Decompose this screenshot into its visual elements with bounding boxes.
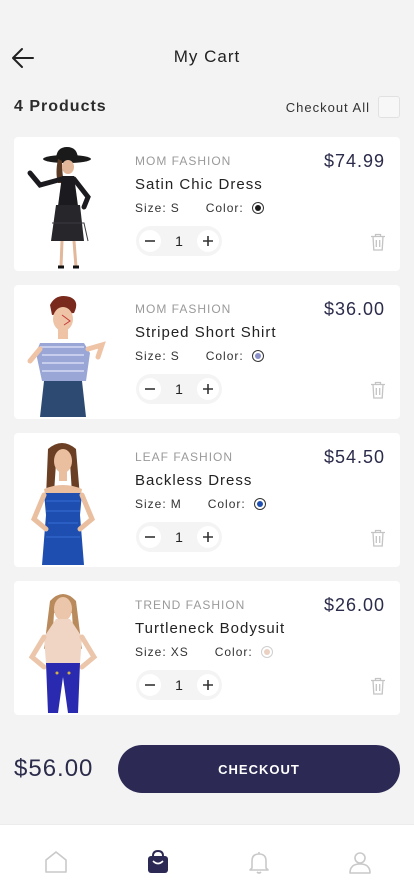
product-brand: MOM FASHION: [135, 154, 232, 168]
product-brand: TREND FASHION: [135, 598, 246, 612]
delete-button[interactable]: [370, 529, 386, 547]
product-image: [18, 291, 108, 417]
quantity-value: 1: [175, 233, 183, 249]
color-label: Color:: [205, 349, 244, 363]
color-swatch: [253, 498, 266, 510]
minus-icon: [145, 684, 155, 686]
quantity-value: 1: [175, 381, 183, 397]
product-image: [18, 587, 108, 713]
plus-icon: [202, 236, 213, 246]
color-swatch: [260, 646, 273, 658]
product-name[interactable]: Backless Dress: [135, 472, 252, 489]
increment-button[interactable]: [196, 230, 219, 252]
cart-summary-row: 4 Products Checkout All: [14, 96, 400, 120]
product-price: $74.99: [323, 151, 385, 171]
tab-home[interactable]: [41, 847, 71, 877]
size-value: S: [170, 349, 180, 363]
color-label: Color:: [205, 201, 244, 215]
decrement-button[interactable]: [139, 674, 161, 696]
decrement-button[interactable]: [139, 526, 161, 548]
quantity-stepper: 1: [136, 670, 222, 700]
checkout-bar: $56.00 CHECKOUT: [14, 745, 400, 793]
delete-button[interactable]: [370, 233, 386, 251]
quantity-stepper: 1: [136, 374, 222, 404]
increment-button[interactable]: [196, 526, 219, 548]
size-value: S: [170, 201, 180, 215]
delete-button[interactable]: [370, 677, 386, 695]
tab-notifications[interactable]: [244, 847, 274, 877]
minus-icon: [145, 536, 155, 538]
product-name[interactable]: Striped Short Shirt: [135, 324, 277, 341]
bell-icon: [249, 852, 269, 874]
decrement-button[interactable]: [139, 378, 161, 400]
product-brand: LEAF FASHION: [135, 450, 234, 464]
color-label: Color:: [207, 497, 246, 511]
product-image: [18, 143, 108, 269]
product-options: Size: XS Color:: [135, 645, 273, 659]
minus-icon: [145, 388, 155, 390]
cart-item[interactable]: TREND FASHION Turtleneck Bodysuit $26.00…: [14, 581, 400, 715]
size-label: Size:: [135, 645, 167, 659]
cart-item[interactable]: MOM FASHION Satin Chic Dress $74.99 Size…: [14, 137, 400, 271]
size-value: XS: [170, 645, 189, 659]
color-label: Color:: [214, 645, 253, 659]
increment-button[interactable]: [196, 674, 219, 696]
color-swatch: [251, 350, 264, 362]
checkout-all-toggle[interactable]: Checkout All: [286, 96, 400, 118]
tab-profile[interactable]: [345, 847, 375, 877]
plus-icon: [202, 680, 213, 690]
product-price: $26.00: [323, 595, 385, 615]
product-options: Size: S Color:: [135, 201, 264, 215]
quantity-value: 1: [175, 677, 183, 693]
checkout-all-checkbox[interactable]: [378, 96, 400, 118]
minus-icon: [145, 240, 155, 242]
delete-button[interactable]: [370, 381, 386, 399]
size-label: Size:: [135, 201, 167, 215]
checkout-button[interactable]: CHECKOUT: [118, 745, 400, 793]
cart-total: $56.00: [14, 755, 94, 782]
plus-icon: [202, 384, 213, 394]
plus-icon: [202, 532, 213, 542]
product-price: $36.00: [323, 299, 385, 319]
tab-cart[interactable]: [143, 847, 173, 877]
trash-icon: [371, 381, 385, 399]
product-image: [18, 439, 108, 565]
cart-item[interactable]: LEAF FASHION Backless Dress $54.50 Size:…: [14, 433, 400, 567]
size-label: Size:: [135, 497, 167, 511]
product-brand: MOM FASHION: [135, 302, 232, 316]
shopping-bag-icon: [148, 849, 168, 873]
product-price: $54.50: [323, 447, 385, 467]
quantity-value: 1: [175, 529, 183, 545]
size-value: M: [170, 497, 182, 511]
product-options: Size: S Color:: [135, 349, 264, 363]
header: My Cart: [0, 0, 414, 90]
cart-item[interactable]: MOM FASHION Striped Short Shirt $36.00 S…: [14, 285, 400, 419]
decrement-button[interactable]: [139, 230, 161, 252]
trash-icon: [371, 529, 385, 547]
page-title: My Cart: [173, 47, 241, 66]
product-name[interactable]: Satin Chic Dress: [135, 176, 263, 193]
increment-button[interactable]: [196, 378, 219, 400]
home-icon: [45, 851, 67, 873]
product-count: 4 Products: [14, 98, 107, 115]
checkout-all-label: Checkout All: [285, 99, 370, 115]
quantity-stepper: 1: [136, 522, 222, 552]
color-swatch: [251, 202, 264, 214]
product-options: Size: M Color:: [135, 497, 266, 511]
trash-icon: [371, 233, 385, 251]
trash-icon: [371, 677, 385, 695]
quantity-stepper: 1: [136, 226, 222, 256]
product-name[interactable]: Turtleneck Bodysuit: [135, 620, 285, 637]
user-icon: [349, 852, 371, 874]
size-label: Size:: [135, 349, 167, 363]
bottom-tab-bar: [0, 824, 414, 896]
